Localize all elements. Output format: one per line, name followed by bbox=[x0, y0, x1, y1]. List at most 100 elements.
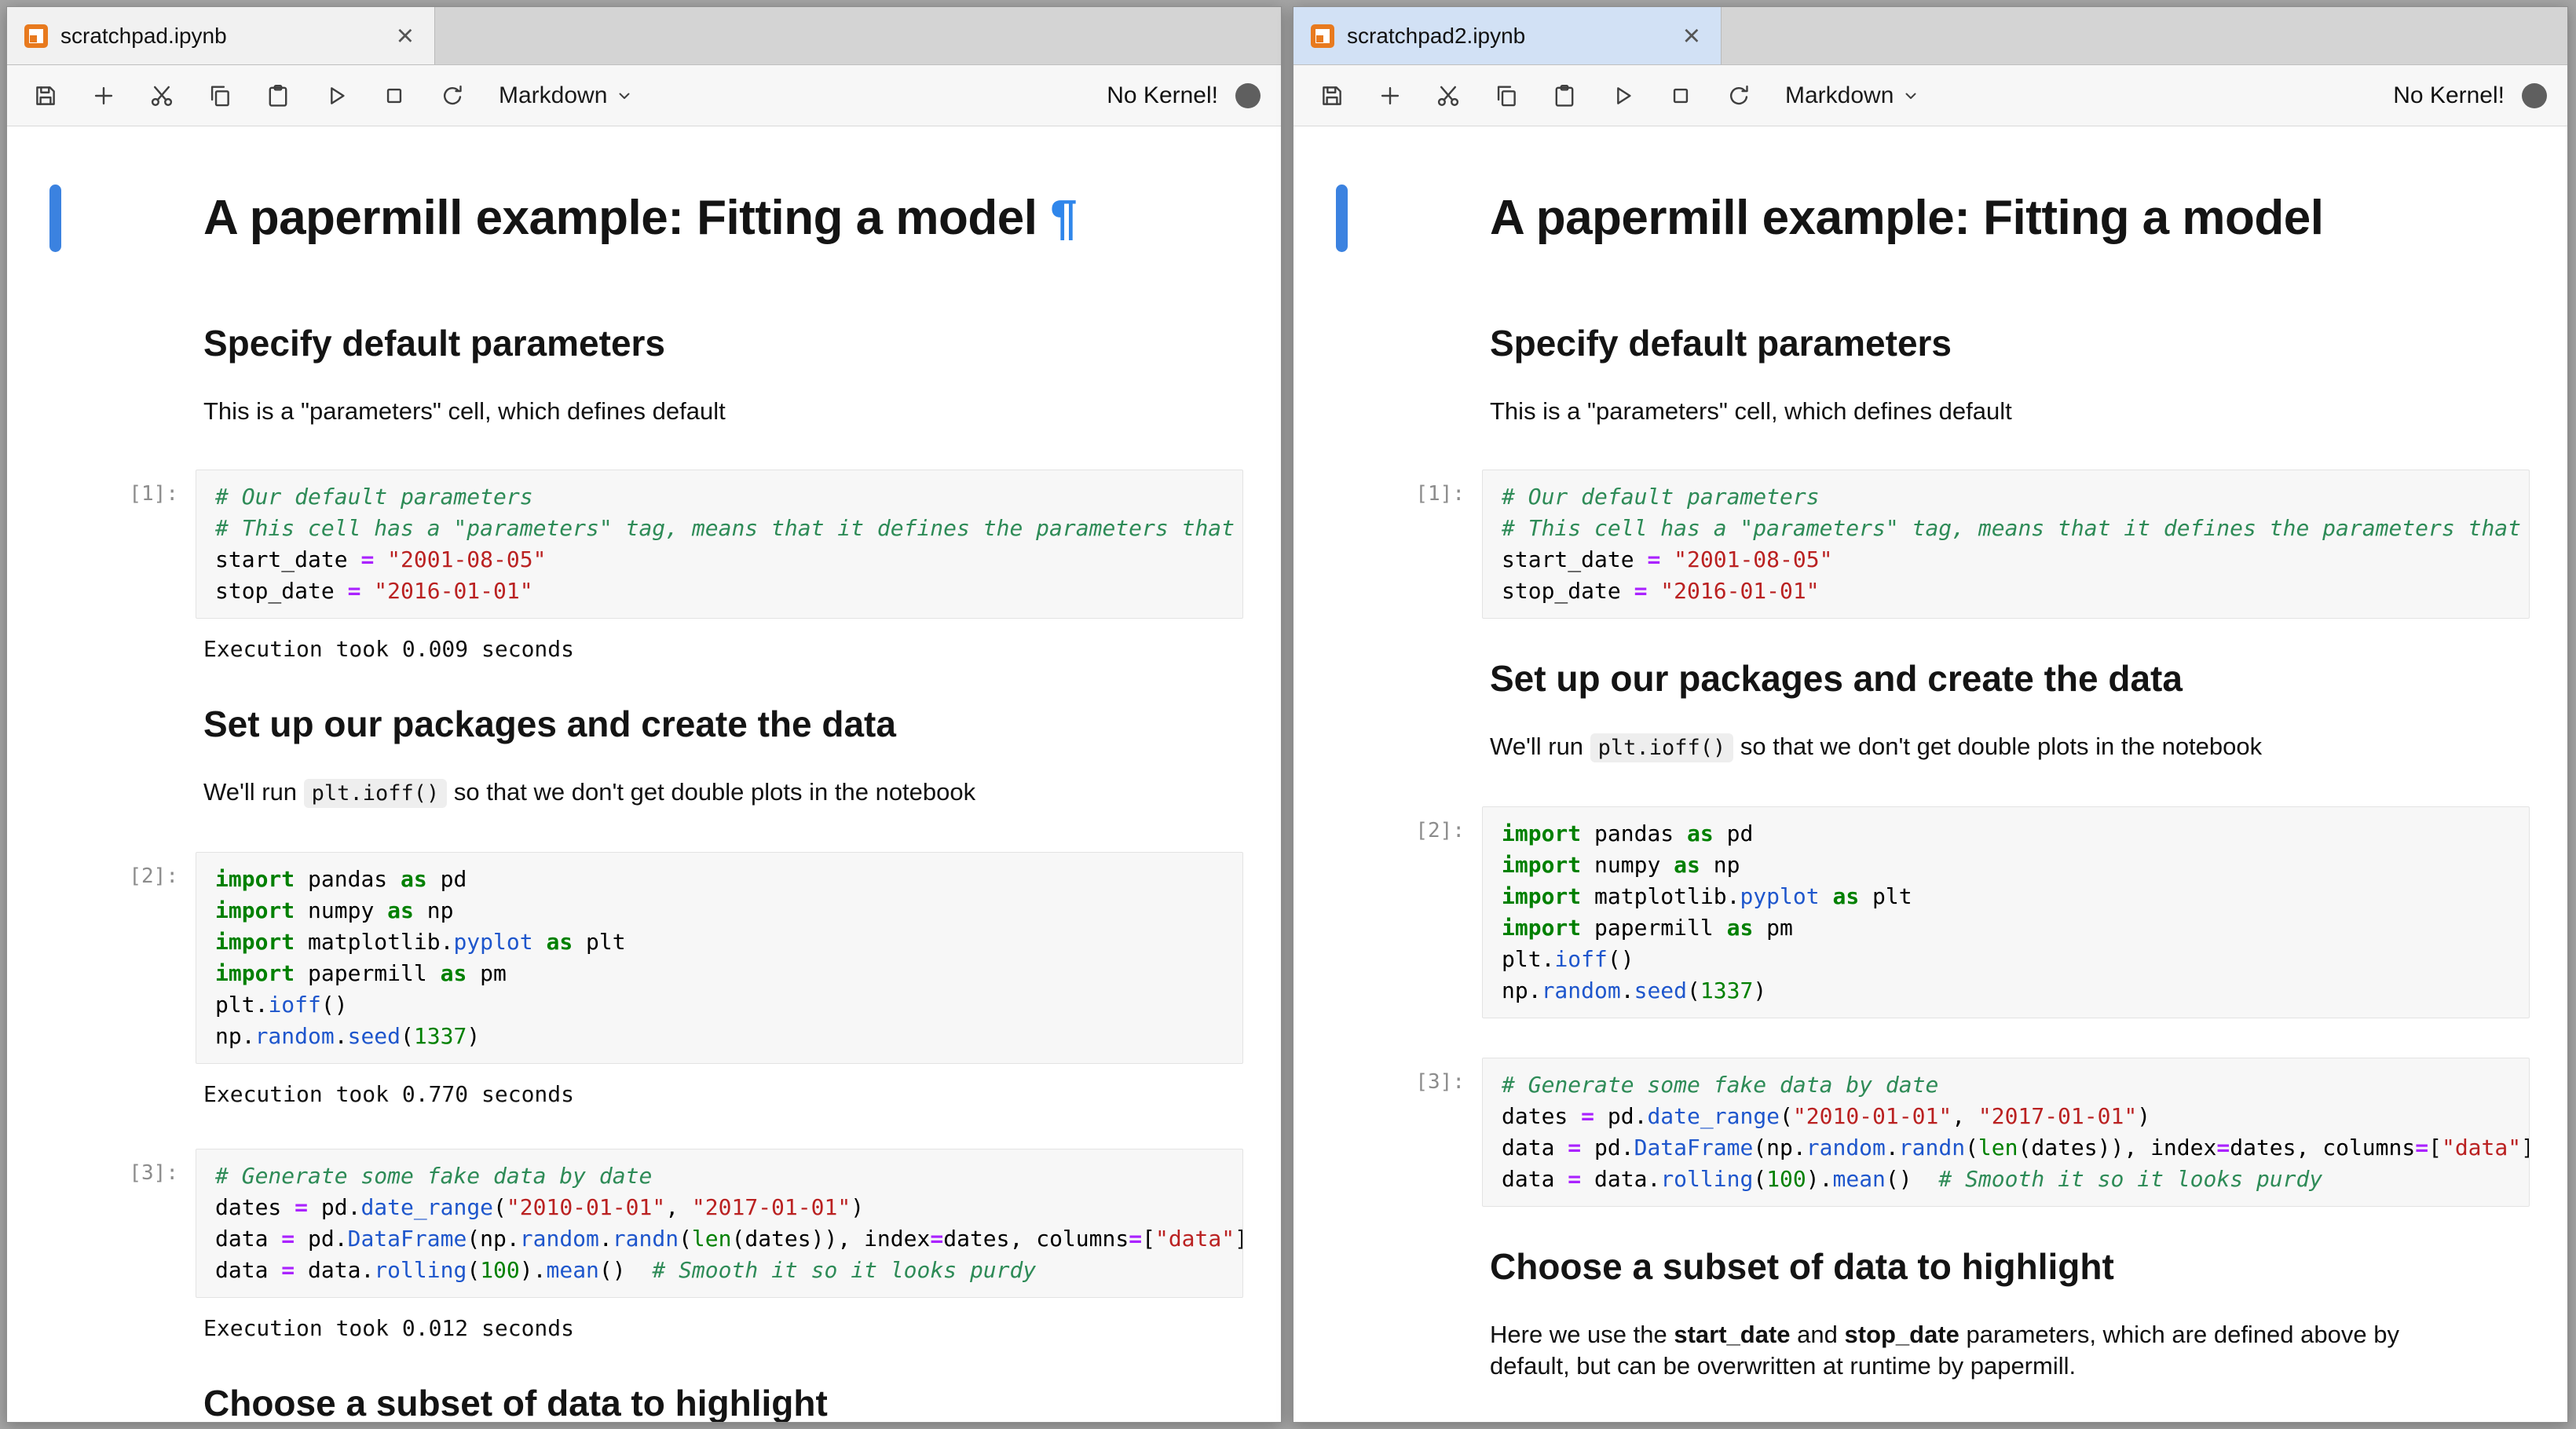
markdown-cell[interactable]: Specify default parametersThis is a "par… bbox=[7, 323, 1243, 427]
notebook-content[interactable]: A papermill example: Fitting a model Spec… bbox=[1293, 126, 2567, 1422]
notebook-content[interactable]: A papermill example: Fitting a model ¶ Sp… bbox=[7, 126, 1281, 1422]
code-cell[interactable]: [1]: # Our default parameters# This cell … bbox=[1293, 470, 2530, 619]
code-token: as bbox=[1727, 915, 1754, 941]
code-token: . bbox=[1621, 978, 1634, 1003]
markdown-cell[interactable]: A papermill example: Fitting a model bbox=[1293, 183, 2530, 254]
execution-count: [1]: bbox=[1293, 482, 1465, 506]
save-button[interactable] bbox=[1314, 78, 1350, 114]
markdown-cell[interactable]: Specify default parametersThis is a "par… bbox=[1293, 323, 2530, 427]
markdown-cell[interactable]: Choose a subset of data to highlightHere… bbox=[7, 1383, 1243, 1422]
code-cell[interactable]: [3]:# Generate some fake data by datedat… bbox=[7, 1149, 1243, 1343]
code-token: random bbox=[255, 1023, 335, 1049]
kernel-status-indicator bbox=[1235, 83, 1261, 108]
paste-cell-button[interactable] bbox=[1546, 78, 1583, 114]
close-icon[interactable]: × bbox=[1680, 21, 1703, 51]
code-token: randn bbox=[1899, 1135, 1965, 1160]
code-token: dates, columns bbox=[943, 1226, 1129, 1252]
save-button[interactable] bbox=[27, 78, 64, 114]
code-token: = bbox=[1634, 578, 1648, 604]
markdown-cell[interactable]: Set up our packages and create the dataW… bbox=[7, 704, 1243, 810]
code-line: # Generate some fake data by date bbox=[215, 1160, 1224, 1192]
code-token: ) bbox=[2137, 1103, 2150, 1129]
code-token: randn bbox=[613, 1226, 679, 1252]
celltype-dropdown[interactable]: Markdown bbox=[1785, 82, 1920, 109]
restart-kernel-button[interactable] bbox=[434, 78, 470, 114]
close-icon[interactable]: × bbox=[393, 21, 417, 51]
notebook-tab[interactable]: scratchpad2.ipynb× bbox=[1293, 7, 1722, 64]
code-token: ]) bbox=[2521, 1135, 2530, 1160]
add-cell-button[interactable] bbox=[86, 78, 122, 114]
run-cell-button[interactable] bbox=[1605, 78, 1641, 114]
code-token: "2001-08-05" bbox=[1674, 546, 1832, 572]
code-token: . bbox=[335, 1023, 348, 1049]
code-token: = bbox=[1568, 1166, 1581, 1192]
code-token: dates bbox=[1502, 1103, 1581, 1129]
execution-count: [1]: bbox=[7, 482, 178, 506]
code-token: dates bbox=[215, 1194, 295, 1220]
markdown-body: Choose a subset of data to highlightHere… bbox=[1482, 1246, 2530, 1382]
code-editor[interactable]: import pandas as pdimport numpy as npimp… bbox=[196, 852, 1243, 1064]
code-token: pd. bbox=[308, 1194, 360, 1220]
paste-cell-button[interactable] bbox=[260, 78, 296, 114]
text-run: so that we don't get double plots in the… bbox=[447, 778, 975, 806]
text-run: so that we don't get double plots in the… bbox=[1733, 733, 2262, 760]
plus-icon bbox=[90, 82, 117, 109]
code-token: as bbox=[401, 866, 427, 892]
code-token bbox=[1647, 578, 1660, 604]
code-line: data = pd.DataFrame(np.random.randn(len(… bbox=[215, 1223, 1224, 1255]
markdown-cell[interactable]: A papermill example: Fitting a model ¶ bbox=[7, 183, 1243, 254]
code-editor[interactable]: # Our default parameters# This cell has … bbox=[1482, 470, 2530, 619]
code-cell[interactable]: [2]:import pandas as pdimport numpy as n… bbox=[1293, 806, 2530, 1018]
code-editor[interactable]: import pandas as pdimport numpy as npimp… bbox=[1482, 806, 2530, 1018]
code-editor[interactable]: # Generate some fake data by date dates =… bbox=[1482, 1058, 2530, 1207]
copy-cell-button[interactable] bbox=[1488, 78, 1524, 114]
code-token: ( bbox=[1687, 978, 1700, 1003]
play-icon bbox=[1609, 82, 1636, 109]
cut-cell-button[interactable] bbox=[144, 78, 180, 114]
restart-kernel-button[interactable] bbox=[1721, 78, 1757, 114]
code-token: = bbox=[2216, 1135, 2230, 1160]
interrupt-kernel-button[interactable] bbox=[1663, 78, 1699, 114]
code-token: = bbox=[2415, 1135, 2428, 1160]
code-token: data bbox=[1502, 1166, 1568, 1192]
code-token: = bbox=[281, 1257, 295, 1283]
code-token: plt bbox=[1859, 883, 1912, 909]
markdown-cell[interactable]: Choose a subset of data to highlightHere… bbox=[1293, 1246, 2530, 1382]
execution-count: [3]: bbox=[7, 1161, 178, 1185]
copy-cell-button[interactable] bbox=[202, 78, 238, 114]
code-token: stop_date bbox=[215, 578, 348, 604]
code-token: pd. bbox=[295, 1226, 347, 1252]
add-cell-button[interactable] bbox=[1372, 78, 1408, 114]
code-token: , bbox=[1952, 1103, 1978, 1129]
run-cell-button[interactable] bbox=[318, 78, 354, 114]
code-token bbox=[533, 929, 547, 955]
code-token: # Generate some fake data by date bbox=[1502, 1072, 1938, 1098]
markdown-cell[interactable]: Set up our packages and create the dataW… bbox=[1293, 658, 2530, 764]
code-token: (dates)), index bbox=[732, 1226, 931, 1252]
tab-bar: scratchpad.ipynb× bbox=[7, 7, 1281, 65]
text-run: Here we use the bbox=[1490, 1321, 1674, 1348]
code-line: data = pd.DataFrame(np.random.randn(len(… bbox=[1502, 1132, 2510, 1164]
paragraph: We'll run plt.ioff() so that we don't ge… bbox=[1490, 731, 2424, 764]
text-run: A papermill example: Fitting a model bbox=[203, 191, 1037, 245]
code-token: pandas bbox=[1581, 820, 1687, 846]
anchor-link[interactable]: ¶ bbox=[1037, 191, 1077, 245]
celltype-dropdown[interactable]: Markdown bbox=[499, 82, 634, 109]
cut-cell-button[interactable] bbox=[1430, 78, 1466, 114]
text-run: Set up our packages and create the data bbox=[203, 704, 896, 744]
code-token: DataFrame bbox=[348, 1226, 467, 1252]
code-token: 1337 bbox=[414, 1023, 467, 1049]
inline-code: plt.ioff() bbox=[304, 779, 448, 808]
code-cell[interactable]: [3]:# Generate some fake data by datedat… bbox=[1293, 1058, 2530, 1207]
code-editor[interactable]: # Generate some fake data by datedates =… bbox=[196, 1149, 1243, 1298]
code-editor[interactable]: # Our default parameters# This cell has … bbox=[196, 470, 1243, 619]
code-token: ( bbox=[1965, 1135, 1978, 1160]
code-cell[interactable]: [1]: # Our default parameters# This cell … bbox=[7, 470, 1243, 664]
restart-icon bbox=[1725, 82, 1752, 109]
code-line: start_date = "2001-08-05" bbox=[215, 544, 1224, 576]
code-cell[interactable]: [2]:import pandas as pdimport numpy as n… bbox=[7, 852, 1243, 1109]
interrupt-kernel-button[interactable] bbox=[376, 78, 412, 114]
notebook-tab[interactable]: scratchpad.ipynb× bbox=[7, 7, 435, 64]
code-token: "data" bbox=[1155, 1226, 1235, 1252]
code-line: # Our default parameters bbox=[1502, 481, 2510, 513]
